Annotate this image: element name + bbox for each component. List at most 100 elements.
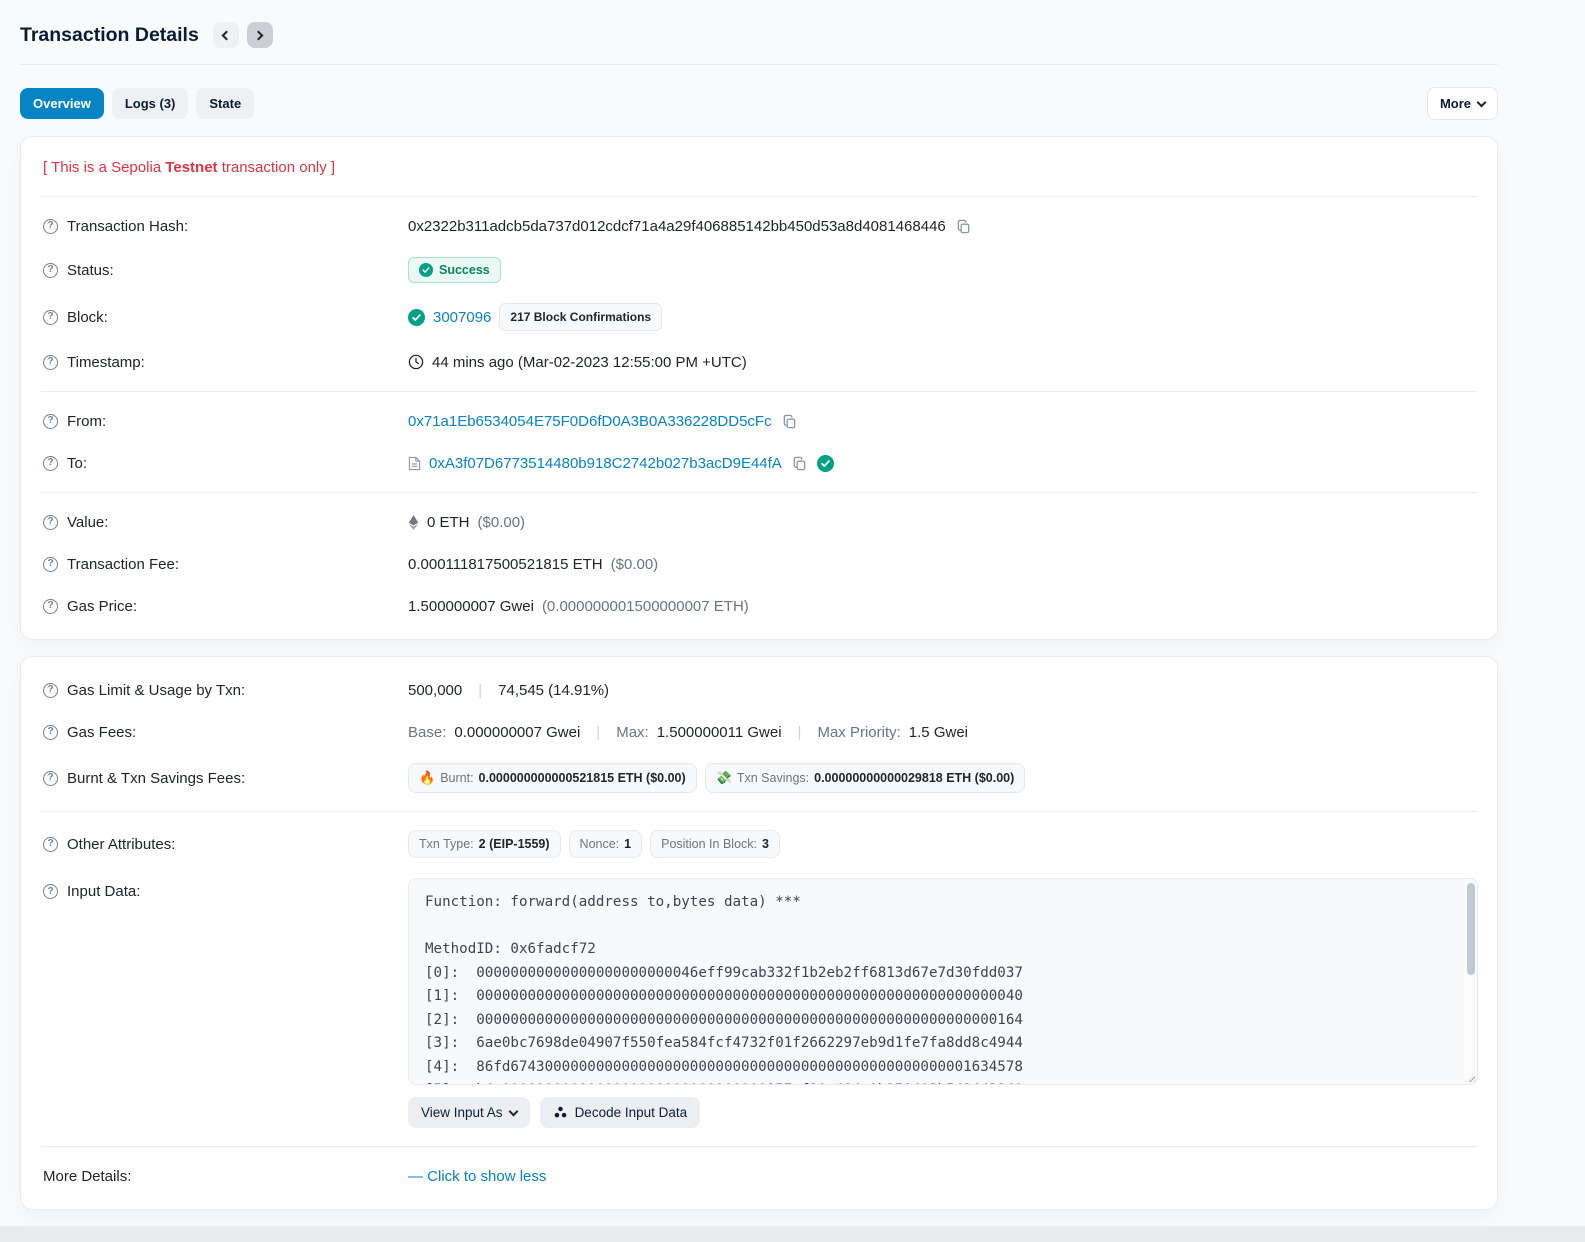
max-fee-value: 1.500000011 Gwei bbox=[656, 723, 782, 741]
help-icon: ? bbox=[43, 556, 58, 572]
nonce-label: Nonce: bbox=[579, 837, 620, 851]
transaction-fee-label: Transaction Fee: bbox=[67, 555, 179, 573]
row-gas-limit-usage: ? Gas Limit & Usage by Txn: 500,000 | 74… bbox=[41, 669, 1477, 711]
tab-logs[interactable]: Logs (3) bbox=[111, 88, 189, 119]
row-transaction-fee: ? Transaction Fee: 0.000111817500521815 … bbox=[41, 543, 1477, 585]
row-other-attributes: ? Other Attributes: Txn Type: 2 (EIP-155… bbox=[41, 820, 1477, 868]
copy-icon[interactable] bbox=[790, 456, 809, 471]
help-icon: ? bbox=[43, 455, 58, 471]
burnt-label: Burnt: bbox=[440, 771, 474, 785]
transaction-hash-value: 0x2322b311adcb5da737d012cdcf71a4a29f4068… bbox=[408, 217, 946, 235]
help-icon: ? bbox=[43, 884, 58, 899]
gas-price-amount: 1.500000007 Gwei bbox=[408, 597, 534, 615]
more-button[interactable]: More bbox=[1426, 87, 1498, 120]
block-label: Block: bbox=[67, 308, 108, 326]
txn-type-badge: Txn Type: 2 (EIP-1559) bbox=[408, 830, 561, 858]
help-icon: ? bbox=[43, 309, 58, 325]
value-label: Value: bbox=[67, 513, 109, 531]
fire-icon: 🔥 bbox=[419, 770, 436, 785]
to-label: To: bbox=[67, 454, 88, 472]
notice-prefix: [ This is a Sepolia bbox=[43, 159, 166, 176]
row-value: ? Value: 0 ETH ($0.00) bbox=[41, 501, 1477, 543]
row-block: ? Block: 3007096 217 Block Confirmations bbox=[41, 293, 1477, 341]
input-data-textarea[interactable]: Function: forward(address to,bytes data)… bbox=[408, 878, 1478, 1085]
verified-check-icon bbox=[816, 454, 834, 472]
gas-price-eth: (0.000000001500000007 ETH) bbox=[541, 597, 749, 615]
help-icon: ? bbox=[43, 770, 58, 786]
txn-savings-value: 0.00000000000029818 ETH ($0.00) bbox=[814, 771, 1015, 785]
chevron-left-icon bbox=[221, 30, 232, 40]
input-data-container: Function: forward(address to,bytes data)… bbox=[408, 878, 1478, 1085]
eth-icon bbox=[408, 514, 419, 530]
copy-icon[interactable] bbox=[780, 414, 799, 429]
view-input-as-button[interactable]: View Input As bbox=[408, 1097, 530, 1128]
section-value-fee: ? Value: 0 ETH ($0.00) ? Transaction Fee… bbox=[41, 492, 1477, 635]
input-data-line: [3]: 6ae0bc7698de04907f550fea584fcf4732f… bbox=[425, 1035, 1023, 1051]
overview-card: [ This is a Sepolia Testnet transaction … bbox=[20, 136, 1498, 640]
tab-overview[interactable]: Overview bbox=[20, 88, 104, 119]
click-to-show-less-link[interactable]: — Click to show less bbox=[408, 1168, 546, 1185]
transaction-details-page: Transaction Details Overview Logs (3) St… bbox=[20, 0, 1498, 1210]
tab-list: Overview Logs (3) State bbox=[20, 88, 255, 119]
row-burnt-savings: ? Burnt & Txn Savings Fees: 🔥 Burnt: 0.0… bbox=[41, 753, 1477, 803]
previous-transaction-button[interactable] bbox=[212, 22, 239, 48]
scrollbar-track[interactable] bbox=[1464, 879, 1477, 1084]
input-data-line: [0]: 00000000000000000000000046eff99cab3… bbox=[425, 964, 1023, 981]
tab-state[interactable]: State bbox=[196, 88, 255, 119]
contract-document-icon bbox=[408, 456, 421, 470]
help-icon: ? bbox=[43, 218, 58, 234]
burnt-fee-badge: 🔥 Burnt: 0.000000000000521815 ETH ($0.00… bbox=[408, 763, 697, 793]
value-usd: ($0.00) bbox=[477, 513, 526, 531]
section-hash-status: ? Transaction Hash: 0x2322b311adcb5da737… bbox=[41, 197, 1477, 391]
clock-icon bbox=[408, 354, 424, 370]
block-confirmations-badge: 217 Block Confirmations bbox=[499, 303, 663, 331]
block-number-link[interactable]: 3007096 bbox=[433, 309, 491, 326]
help-icon: ? bbox=[43, 598, 58, 614]
decode-cubes-icon bbox=[554, 1106, 566, 1118]
status-badge: Success bbox=[408, 257, 501, 283]
input-data-line: [1]: 00000000000000000000000000000000000… bbox=[425, 988, 1023, 1004]
to-address-link[interactable]: 0xA3f07D6773514480b918C2742b027b3acD9E44… bbox=[429, 455, 782, 472]
from-address-link[interactable]: 0x71a1Eb6534054E75F0D6fD0A3B0A336228DD5c… bbox=[408, 413, 772, 430]
section-gas: ? Gas Limit & Usage by Txn: 500,000 | 74… bbox=[41, 661, 1477, 811]
row-to: ? To: 0xA3f07D6773514480b918C2742b027b3a… bbox=[41, 442, 1477, 484]
gas-limit-label: Gas Limit & Usage by Txn: bbox=[67, 681, 246, 699]
section-attributes-input: ? Other Attributes: Txn Type: 2 (EIP-155… bbox=[41, 811, 1478, 1146]
notice-bold: Testnet bbox=[165, 159, 218, 176]
chevron-right-icon bbox=[253, 30, 264, 40]
section-more-details: More Details: — Click to show less bbox=[41, 1146, 1477, 1205]
check-circle-icon bbox=[408, 308, 425, 326]
decode-input-data-button[interactable]: Decode Input Data bbox=[539, 1097, 701, 1128]
max-fee-label: Max: bbox=[616, 723, 649, 741]
copy-icon[interactable] bbox=[954, 219, 973, 234]
gas-price-label: Gas Price: bbox=[67, 597, 138, 615]
help-icon: ? bbox=[43, 724, 58, 740]
input-data-line: [2]: 00000000000000000000000000000000000… bbox=[425, 1011, 1023, 1028]
input-data-line bbox=[425, 915, 1451, 939]
row-gas-fees: ? Gas Fees: Base: 0.000000007 Gwei | Max… bbox=[41, 711, 1477, 753]
input-data-line: [5]: b4a00000000000000000000000000000001… bbox=[425, 1079, 1451, 1084]
row-from: ? From: 0x71a1Eb6534054E75F0D6fD0A3B0A33… bbox=[41, 400, 1477, 442]
input-data-label: Input Data: bbox=[67, 883, 141, 900]
row-timestamp: ? Timestamp: 44 mins ago (Mar-02-2023 12… bbox=[41, 341, 1477, 383]
page-footer-strip bbox=[0, 1226, 1585, 1242]
other-attributes-label: Other Attributes: bbox=[67, 835, 176, 853]
separator: | bbox=[797, 723, 802, 741]
scrollbar-thumb[interactable] bbox=[1466, 883, 1475, 975]
next-transaction-button[interactable] bbox=[246, 22, 273, 48]
tabs-row: Overview Logs (3) State More bbox=[20, 87, 1498, 120]
money-wings-icon: 💸 bbox=[715, 770, 732, 785]
input-data-line: [4]: 86fd6743000000000000000000000000000… bbox=[425, 1058, 1023, 1075]
help-icon: ? bbox=[43, 836, 58, 852]
timestamp-label: Timestamp: bbox=[67, 353, 145, 371]
page-title: Transaction Details bbox=[20, 23, 199, 46]
timestamp-value: 44 mins ago (Mar-02-2023 12:55:00 PM +UT… bbox=[432, 353, 747, 371]
gas-limit-value: 500,000 bbox=[408, 681, 463, 699]
gas-usage-value: 74,545 (14.91%) bbox=[498, 681, 610, 699]
row-more-details: More Details: — Click to show less bbox=[41, 1155, 1477, 1197]
input-data-line: Function: forward(address to,bytes data)… bbox=[425, 894, 801, 910]
transaction-fee-usd: ($0.00) bbox=[610, 555, 659, 573]
help-icon: ? bbox=[43, 262, 58, 278]
separator: | bbox=[478, 681, 483, 699]
row-status: ? Status: Success bbox=[41, 247, 1477, 293]
